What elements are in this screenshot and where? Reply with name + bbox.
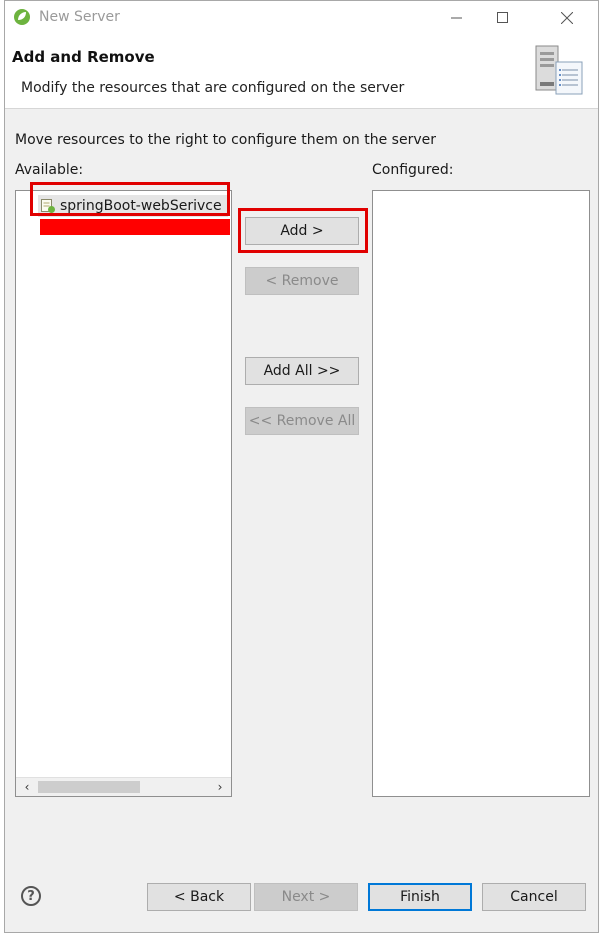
configured-label: Configured: [372,162,454,178]
spring-leaf-icon [14,9,30,25]
remove-button[interactable]: < Remove [245,267,359,295]
back-button[interactable]: < Back [147,883,251,911]
close-icon [561,11,573,24]
help-icon[interactable]: ? [21,886,41,906]
page-description: Modify the resources that are configured… [21,80,405,96]
instruction-text: Move resources to the right to configure… [15,132,436,148]
maximize-button[interactable] [480,1,526,34]
horizontal-scrollbar[interactable]: ‹ › [16,777,231,796]
next-button[interactable]: Next > [254,883,358,911]
minimize-button[interactable] [434,1,480,34]
server-icon [535,45,583,95]
redacted-item [40,219,230,235]
add-button[interactable]: Add > [245,217,359,245]
page-title: Add and Remove [12,48,155,66]
list-item-label: springBoot-webSerivce [60,198,222,214]
minimize-icon [451,17,462,18]
window-title: New Server [39,9,120,25]
available-label: Available: [15,162,84,178]
finish-button[interactable]: Finish [368,883,472,911]
add-all-button[interactable]: Add All >> [245,357,359,385]
project-icon [41,199,55,213]
scroll-right-icon[interactable]: › [213,778,227,796]
close-button[interactable] [544,1,590,34]
maximize-icon [497,11,508,23]
new-server-dialog: New Server Add and Remove Modify the res… [4,0,599,933]
list-item[interactable]: springBoot-webSerivce [38,195,228,217]
configured-list[interactable] [372,190,590,797]
remove-all-button[interactable]: << Remove All [245,407,359,435]
available-list[interactable]: springBoot-webSerivce ‹ › [15,190,232,797]
cancel-button[interactable]: Cancel [482,883,586,911]
wizard-banner: Add and Remove Modify the resources that… [5,34,598,109]
title-bar: New Server [5,1,598,34]
scroll-left-icon[interactable]: ‹ [20,778,34,796]
scrollbar-thumb[interactable] [38,781,140,793]
